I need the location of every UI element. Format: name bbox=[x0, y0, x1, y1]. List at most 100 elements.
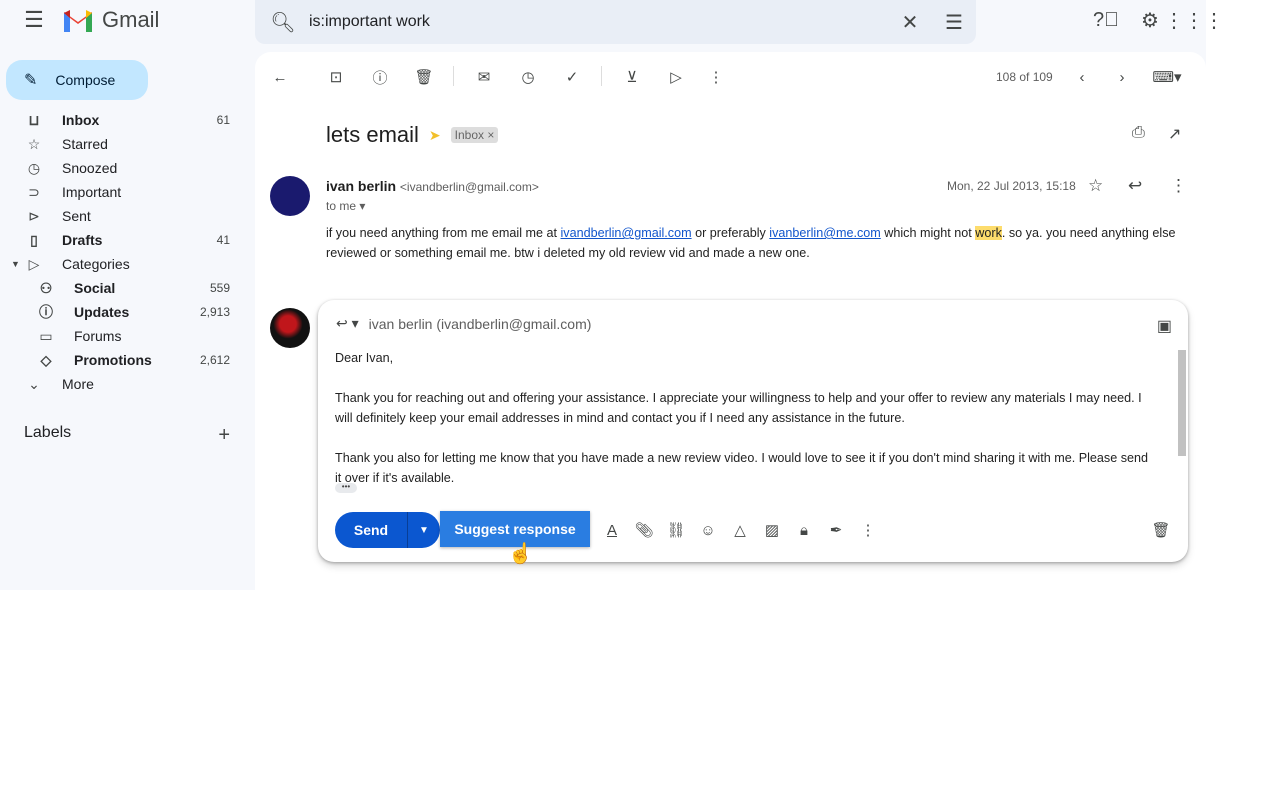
emoji-icon[interactable]: ☺ bbox=[698, 520, 718, 540]
reply-body-editor[interactable]: Dear Ivan, Thank you for reaching out an… bbox=[335, 348, 1155, 488]
search-input[interactable]: is:important work bbox=[309, 13, 888, 31]
insert-link-icon[interactable]: ⛓ bbox=[666, 520, 686, 540]
print-icon[interactable]: ⎙ bbox=[1132, 124, 1145, 142]
clear-search-icon[interactable]: ✕ bbox=[888, 10, 932, 35]
add-task-icon[interactable]: ✓ bbox=[562, 67, 582, 87]
send-options-icon[interactable]: ▼ bbox=[407, 512, 440, 548]
compose-button[interactable]: ✎ Compose bbox=[6, 60, 148, 100]
label-icon[interactable]: ▷ bbox=[666, 67, 686, 87]
sidebar-item-drafts[interactable]: ▯ Drafts 41 bbox=[0, 228, 254, 252]
labels-section: Labels + bbox=[24, 424, 230, 447]
open-new-window-icon[interactable]: ↗ bbox=[1168, 124, 1181, 144]
expand-caret-icon[interactable]: ▼ bbox=[11, 259, 20, 269]
message-more-icon[interactable]: ⋮ bbox=[1170, 176, 1187, 196]
sidebar-item-label: Inbox bbox=[62, 112, 100, 128]
reply-recipient[interactable]: ↩ ▾ ivan berlin (ivandberlin@gmail.com) bbox=[336, 315, 591, 332]
remove-label-icon[interactable]: × bbox=[487, 128, 494, 142]
caret-down-icon: ▾ bbox=[359, 199, 366, 213]
info-icon: ⓘ bbox=[39, 304, 53, 320]
hand-cursor-icon: ☝ bbox=[508, 543, 533, 565]
popout-icon[interactable]: ▣ bbox=[1157, 316, 1172, 336]
editor-scrollbar[interactable] bbox=[1178, 350, 1186, 456]
inbox-label-chip[interactable]: Inbox × bbox=[450, 127, 499, 143]
sidebar-item-label: Forums bbox=[74, 328, 122, 344]
sidebar-item-promotions[interactable]: ◇ Promotions 2,612 bbox=[0, 348, 254, 372]
attach-icon[interactable]: 📎︎ bbox=[634, 520, 654, 540]
discard-draft-icon[interactable]: 🗑︎ bbox=[1151, 520, 1171, 540]
star-icon[interactable]: ☆ bbox=[1088, 176, 1103, 196]
search-bar[interactable]: 🔍︎ is:important work ✕ ☰ bbox=[255, 0, 976, 44]
chevron-down-icon: ⌄ bbox=[28, 375, 40, 392]
gmail-logo[interactable]: Gmail bbox=[62, 7, 159, 33]
sidebar-item-inbox[interactable]: ⊔ Inbox 61 bbox=[0, 108, 254, 132]
reply-icon[interactable]: ↩ bbox=[1128, 176, 1142, 196]
important-marker-icon[interactable]: ➤ bbox=[429, 127, 441, 144]
show-trimmed-content-button[interactable]: ••• bbox=[335, 483, 357, 493]
mark-unread-icon[interactable]: ✉ bbox=[474, 67, 494, 87]
sidebar-item-important[interactable]: ⊃ Important bbox=[0, 180, 254, 204]
sidebar-item-starred[interactable]: ☆ Starred bbox=[0, 132, 254, 156]
report-spam-icon[interactable]: ⓘ bbox=[370, 67, 390, 87]
insert-photo-icon[interactable]: ▨ bbox=[762, 520, 782, 540]
sidebar-item-snoozed[interactable]: ◷ Snoozed bbox=[0, 156, 254, 180]
message-view: ← ⊡ ⓘ 🗑︎ ✉ ◷ ✓ ⊻ ▷ ⋮ 108 of 109 ‹ › ⌨▾ l… bbox=[255, 52, 1206, 590]
message-date: Mon, 22 Jul 2013, 15:18 bbox=[947, 179, 1076, 193]
more-vert-icon[interactable]: ⋮ bbox=[706, 67, 726, 87]
snooze-clock-icon[interactable]: ◷ bbox=[518, 67, 538, 87]
label-icon: ▷ bbox=[28, 255, 40, 272]
back-arrow-icon[interactable]: ← bbox=[270, 67, 290, 87]
divider bbox=[453, 66, 454, 86]
move-to-icon[interactable]: ⊻ bbox=[622, 67, 642, 87]
confidential-lock-icon[interactable]: 🔒︎ bbox=[794, 520, 814, 540]
sidebar-item-label: Important bbox=[62, 184, 122, 200]
settings-gear-icon[interactable]: ⚙ bbox=[1138, 8, 1162, 32]
forum-icon: ▭ bbox=[39, 327, 53, 344]
send-icon: ⊳ bbox=[28, 207, 40, 224]
delete-icon[interactable]: 🗑︎ bbox=[414, 67, 434, 87]
sidebar-item-more[interactable]: ⌄ More bbox=[0, 372, 254, 396]
formatting-icon[interactable]: A bbox=[602, 520, 622, 540]
sidebar-item-label: Snoozed bbox=[62, 160, 118, 176]
drive-icon[interactable]: △ bbox=[730, 520, 750, 540]
sidebar-item-label: Sent bbox=[62, 208, 91, 224]
keyboard-icon[interactable]: ⌨▾ bbox=[1150, 67, 1184, 87]
apps-grid-icon[interactable]: ⋮⋮⋮ bbox=[1164, 8, 1224, 32]
sidebar-item-sent[interactable]: ⊳ Sent bbox=[0, 204, 254, 228]
my-avatar[interactable] bbox=[270, 308, 310, 348]
thread-subject: lets email ➤ Inbox × bbox=[326, 122, 499, 148]
unread-count: 2,913 bbox=[199, 305, 230, 319]
search-icon[interactable]: 🔍︎ bbox=[261, 10, 305, 35]
sidebar-item-categories[interactable]: ▼ ▷ Categories bbox=[0, 252, 254, 276]
unread-count: 559 bbox=[209, 281, 230, 295]
sender-avatar[interactable] bbox=[270, 176, 310, 216]
signature-pen-icon[interactable]: ✒ bbox=[826, 520, 846, 540]
sidebar-item-forums[interactable]: ▭ Forums bbox=[0, 324, 254, 348]
sidebar-item-label: More bbox=[62, 376, 94, 392]
send-button[interactable]: Send ▼ bbox=[335, 512, 440, 548]
tag-icon: ◇ bbox=[40, 351, 52, 368]
people-icon: ⚇ bbox=[39, 279, 53, 296]
sidebar-item-label: Updates bbox=[74, 304, 130, 320]
email-link[interactable]: ivandberlin@gmail.com bbox=[561, 226, 692, 240]
inbox-icon: ⊔ bbox=[28, 111, 40, 128]
recipients-toggle[interactable]: to me ▾ bbox=[326, 199, 365, 213]
sidebar-item-updates[interactable]: ⓘ Updates 2,913 bbox=[0, 300, 254, 324]
archive-icon[interactable]: ⊡ bbox=[326, 67, 346, 87]
sidebar-item-label: Categories bbox=[62, 256, 130, 272]
newer-chevron-icon[interactable]: ‹ bbox=[1072, 67, 1092, 87]
sender: ivan berlin <ivandberlin@gmail.com> bbox=[326, 178, 539, 194]
older-chevron-icon[interactable]: › bbox=[1112, 67, 1132, 87]
sidebar-item-label: Promotions bbox=[74, 352, 152, 368]
email-link[interactable]: ivanberlin@me.com bbox=[769, 226, 880, 240]
more-options-icon[interactable]: ⋮ bbox=[858, 520, 878, 540]
unread-count: 41 bbox=[216, 233, 230, 247]
clock-icon: ◷ bbox=[27, 159, 41, 176]
reply-type-icon[interactable]: ↩ ▾ bbox=[336, 315, 359, 332]
add-label-icon[interactable]: + bbox=[218, 424, 230, 447]
help-icon[interactable]: ?⃝ bbox=[1093, 8, 1119, 32]
search-options-icon[interactable]: ☰ bbox=[932, 10, 976, 35]
sidebar-item-social[interactable]: ⚇ Social 559 bbox=[0, 276, 254, 300]
star-icon: ☆ bbox=[27, 135, 41, 152]
main-menu-icon[interactable]: ☰ bbox=[22, 7, 46, 32]
gmail-m-icon bbox=[64, 10, 92, 32]
